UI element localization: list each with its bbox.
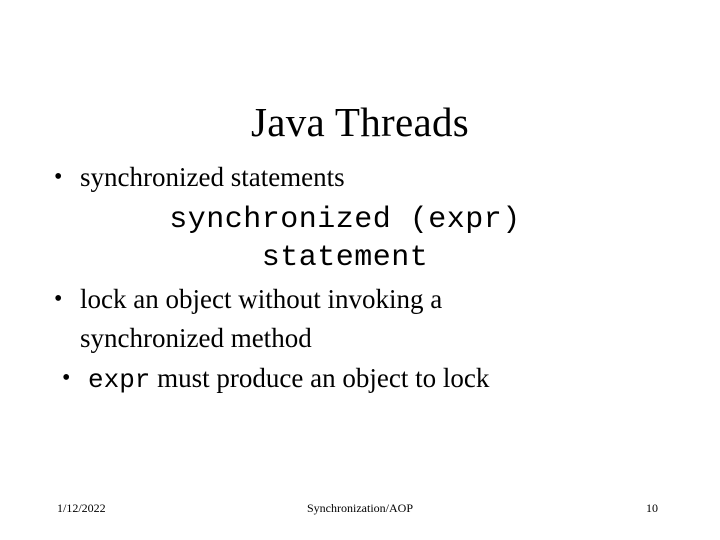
bullet-icon: • [62,365,71,391]
slide-footer: 1/12/2022 Synchronization/AOP 10 [0,500,720,524]
code-line-statement: statement [261,241,429,275]
bullet-label-lock-object: lock an object without invoking a synchr… [80,284,443,353]
slide: Java Threads • synchronized statements s… [0,0,720,540]
footer-page-number: 10 [646,501,658,515]
bullet-label-expr-text: must produce an object to lock [150,363,490,393]
bullet-label-synchronized-statements: synchronized statements [80,162,345,192]
page-title: Java Threads [250,99,469,146]
list-item: • synchronized statements [54,158,680,197]
inline-code-expr: expr [88,365,151,395]
list-item: • expr must produce an object to lock [62,359,680,400]
bullet-label-expr: expr must produce an object to lock [88,359,680,400]
bullet-icon: • [54,164,63,190]
footer-title: Synchronization/AOP [307,501,413,515]
code-line-synchronized-expr: synchronized (expr) [169,203,521,237]
slide-body: • synchronized statements synchronized (… [50,158,680,400]
bullet-icon: • [54,286,63,312]
code-block: synchronized (expr) statement [50,201,680,277]
list-item: • lock an object without invoking a sync… [54,280,680,358]
